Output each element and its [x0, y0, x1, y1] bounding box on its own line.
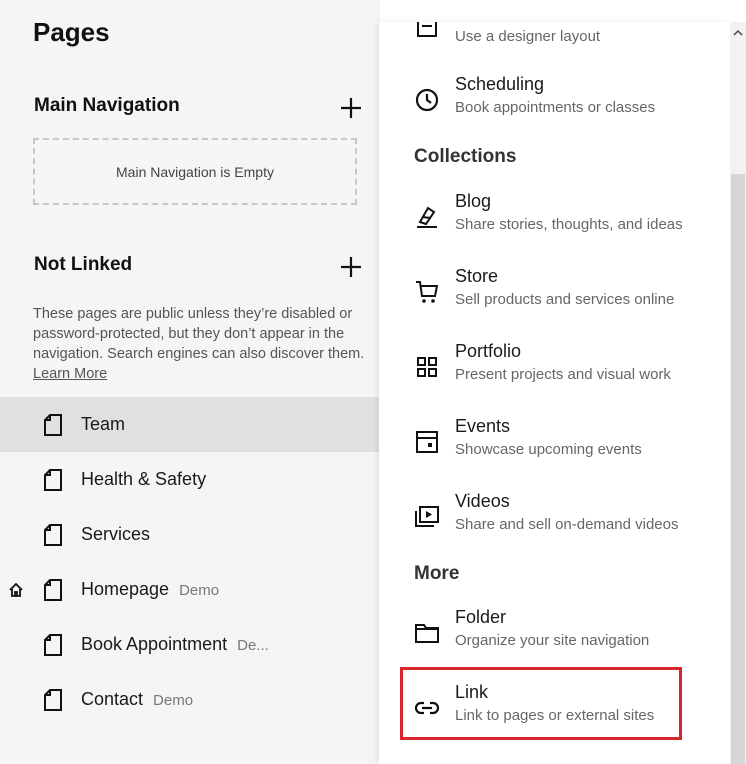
- video-icon: [415, 506, 439, 527]
- description-text: These pages are public unless they’re di…: [33, 306, 365, 362]
- demo-badge: Demo: [153, 692, 194, 709]
- page-label: Contact Demo: [81, 689, 194, 709]
- page-row-team[interactable]: Team: [0, 397, 380, 452]
- menu-item-layout[interactable]: Use a designer layout: [379, 22, 730, 62]
- link-highlight-box: [400, 667, 682, 740]
- add-not-linked-button[interactable]: [336, 252, 366, 282]
- menu-item-subtitle: Organize your site navigation: [455, 632, 650, 649]
- clock-icon: [415, 88, 439, 112]
- menu-item-title: Scheduling: [455, 74, 545, 94]
- more-heading: More: [414, 563, 460, 584]
- menu-item-title: Portfolio: [455, 341, 522, 361]
- menu-item-videos[interactable]: Videos Share and sell on-demand videos: [379, 490, 730, 550]
- page-icon: [44, 578, 62, 601]
- menu-item-title: Videos: [455, 491, 510, 511]
- menu-item-title: Blog: [455, 191, 492, 211]
- home-icon: [9, 582, 23, 597]
- demo-badge: De...: [237, 637, 269, 654]
- menu-item-subtitle: Showcase upcoming events: [455, 441, 642, 458]
- menu-item-blog[interactable]: Blog Share stories, thoughts, and ideas: [379, 190, 730, 250]
- menu-item-subtitle: Share and sell on-demand videos: [455, 516, 679, 533]
- page-icon: [44, 688, 62, 711]
- page-row-homepage[interactable]: Homepage Demo: [0, 562, 380, 617]
- plus-icon: [341, 257, 361, 277]
- page-label: Book Appointment De...: [81, 634, 269, 654]
- learn-more-link[interactable]: Learn More: [33, 366, 107, 382]
- not-linked-description: These pages are public unless they’re di…: [33, 304, 368, 384]
- page-icon: [44, 633, 62, 656]
- page-title: Pages: [33, 17, 110, 47]
- page-row-contact[interactable]: Contact Demo: [0, 672, 380, 727]
- menu-item-portfolio[interactable]: Portfolio Present projects and visual wo…: [379, 340, 730, 400]
- main-navigation-title: Main Navigation: [34, 95, 180, 116]
- page-icon: [44, 468, 62, 491]
- not-linked-title: Not Linked: [34, 254, 133, 275]
- page-icon: [44, 523, 62, 546]
- menu-item-scheduling[interactable]: Scheduling Book appointments or classes: [379, 73, 730, 133]
- page-label: Homepage Demo: [81, 579, 220, 599]
- plus-icon: [341, 98, 361, 118]
- pages-panel: Pages Main Navigation Main Navigation is…: [0, 0, 380, 764]
- add-page-menu: Use a designer layout Scheduling Book ap…: [379, 22, 730, 764]
- collections-heading: Collections: [414, 146, 517, 167]
- header-strip: [380, 0, 746, 22]
- page-row-health-safety[interactable]: Health & Safety: [0, 452, 380, 507]
- page-icon: [44, 413, 62, 436]
- scroll-up-arrow-icon[interactable]: [733, 28, 743, 38]
- menu-item-subtitle: Use a designer layout: [455, 28, 601, 45]
- cart-icon: [416, 281, 439, 303]
- menu-item-title: Store: [455, 266, 499, 286]
- menu-item-title: Events: [455, 416, 511, 436]
- calendar-icon: [416, 431, 438, 453]
- menu-scrollbar-thumb[interactable]: [731, 174, 745, 764]
- page-row-services[interactable]: Services: [0, 507, 380, 562]
- page-label: Team: [81, 414, 126, 434]
- menu-item-subtitle: Share stories, thoughts, and ideas: [455, 216, 683, 233]
- page-row-book-appointment[interactable]: Book Appointment De...: [0, 617, 380, 672]
- page-label: Health & Safety: [81, 469, 207, 489]
- folder-icon: [415, 624, 439, 643]
- menu-item-subtitle: Present projects and visual work: [455, 366, 671, 383]
- menu-item-folder[interactable]: Folder Organize your site navigation: [379, 606, 730, 666]
- grid-icon: [417, 357, 437, 377]
- pen-icon: [417, 206, 437, 228]
- layout-icon: [417, 22, 437, 37]
- menu-item-store[interactable]: Store Sell products and services online: [379, 265, 730, 325]
- empty-state-text: Main Navigation is Empty: [116, 163, 274, 180]
- menu-item-title: Folder: [455, 607, 507, 627]
- menu-item-subtitle: Book appointments or classes: [455, 99, 656, 116]
- main-navigation-empty-state: Main Navigation is Empty: [33, 138, 357, 205]
- menu-item-subtitle: Sell products and services online: [455, 291, 675, 308]
- page-label: Services: [81, 524, 151, 544]
- demo-badge: Demo: [179, 582, 220, 599]
- menu-item-events[interactable]: Events Showcase upcoming events: [379, 415, 730, 475]
- add-main-navigation-button[interactable]: [336, 93, 366, 123]
